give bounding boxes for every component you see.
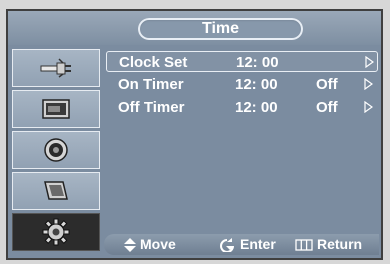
hint-enter: Enter bbox=[218, 234, 276, 255]
hint-move-label: Move bbox=[140, 236, 176, 252]
chevron-right-icon bbox=[365, 56, 374, 68]
hint-move: Move bbox=[124, 234, 176, 255]
menu-return-icon bbox=[295, 238, 313, 251]
channel-icon bbox=[41, 179, 71, 203]
hint-return-label: Return bbox=[317, 236, 363, 252]
menu-title: Time bbox=[138, 18, 303, 40]
menu-row-off-timer[interactable]: Off Timer 12: 00 Off bbox=[106, 97, 378, 118]
setup-gear-icon bbox=[42, 218, 70, 246]
antenna-plug-icon bbox=[39, 57, 73, 79]
category-sidebar bbox=[12, 49, 100, 255]
sidebar-item-input[interactable] bbox=[12, 49, 100, 87]
button-hint-bar: Move Enter Return bbox=[104, 234, 379, 255]
chevron-right-icon bbox=[364, 101, 373, 113]
sidebar-item-sound[interactable] bbox=[12, 131, 100, 169]
row-value: 12: 00 bbox=[235, 76, 278, 93]
tv-osd-menu: Time Clock Set 12: 00 On Timer 12: 00 Of… bbox=[6, 9, 383, 260]
speaker-icon bbox=[43, 137, 69, 163]
sidebar-item-setup[interactable] bbox=[12, 213, 100, 251]
row-value: 12: 00 bbox=[236, 54, 279, 71]
row-label: Clock Set bbox=[119, 54, 188, 71]
hint-return: Return bbox=[295, 234, 362, 255]
row-label: Off Timer bbox=[118, 99, 185, 116]
time-settings-panel: Clock Set 12: 00 On Timer 12: 00 Off Off… bbox=[104, 49, 379, 255]
enter-key-icon bbox=[218, 237, 236, 252]
menu-row-clock-set[interactable]: Clock Set 12: 00 bbox=[106, 51, 378, 72]
sidebar-item-channel[interactable] bbox=[12, 172, 100, 210]
row-value: 12: 00 bbox=[235, 99, 278, 116]
row-label: On Timer bbox=[118, 76, 184, 93]
up-down-arrows-icon bbox=[124, 237, 136, 252]
chevron-right-icon bbox=[364, 78, 373, 90]
sidebar-item-picture[interactable] bbox=[12, 90, 100, 128]
row-status: Off bbox=[316, 99, 338, 116]
row-status: Off bbox=[316, 76, 338, 93]
hint-enter-label: Enter bbox=[240, 236, 276, 252]
picture-icon bbox=[41, 98, 71, 120]
menu-header: Time bbox=[8, 11, 381, 45]
menu-row-on-timer[interactable]: On Timer 12: 00 Off bbox=[106, 74, 378, 95]
